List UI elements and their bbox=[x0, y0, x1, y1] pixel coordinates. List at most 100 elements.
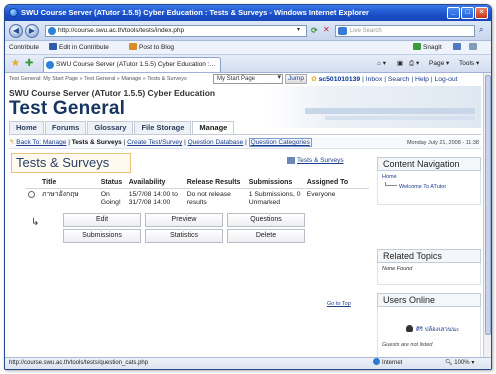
related-topics-header[interactable]: Related Topics bbox=[377, 249, 481, 263]
nav-welcome-link[interactable]: Welcome To ATutor bbox=[399, 184, 446, 190]
test-release-results: Do not release results bbox=[186, 191, 231, 206]
test-status: On Going! bbox=[100, 191, 121, 206]
snagit-window-icon[interactable] bbox=[453, 41, 463, 55]
separator: | bbox=[68, 139, 70, 146]
favorites-star-icon[interactable]: ★ bbox=[11, 58, 20, 69]
security-zone: Internet bbox=[373, 358, 402, 369]
address-dropdown-icon[interactable]: ▾ bbox=[297, 26, 306, 36]
user-nav-links[interactable]: | Inbox | Search | Help | Log-out bbox=[362, 76, 457, 83]
zoom-level[interactable]: 🔍︎ 100% ▾ bbox=[445, 358, 474, 369]
tab-page-icon bbox=[46, 61, 54, 69]
page-title: Tests & Surveys bbox=[11, 153, 131, 173]
preview-button[interactable]: Preview bbox=[145, 213, 223, 227]
globe-icon bbox=[373, 358, 380, 365]
refresh-icon[interactable]: ⟳ bbox=[311, 26, 318, 35]
col-assigned-to[interactable]: Assigned To bbox=[303, 177, 369, 189]
table-row[interactable]: ภาษาอังกฤษ On Going! 15/7/08 14:00 to 31… bbox=[25, 189, 369, 210]
stop-icon[interactable]: ✕ bbox=[323, 25, 330, 34]
close-button[interactable]: ✕ bbox=[475, 7, 488, 19]
col-availability[interactable]: Availability bbox=[125, 177, 184, 189]
tab-home[interactable]: Home bbox=[9, 121, 44, 134]
users-online-header[interactable]: Users Online bbox=[377, 293, 481, 307]
site-name: SWU Course Server (ATutor 1.5.5) Cyber E… bbox=[9, 88, 216, 98]
col-release-results[interactable]: Release Results bbox=[183, 177, 246, 189]
tab-file-storage[interactable]: File Storage bbox=[134, 121, 192, 134]
address-url: http://course.swu.ac.th/tools/tests/inde… bbox=[58, 27, 185, 34]
back-button[interactable]: ◀ bbox=[9, 24, 23, 38]
statistics-button[interactable]: Statistics bbox=[145, 229, 223, 243]
back-to-manage-link[interactable]: Back To: Manage bbox=[16, 139, 66, 146]
search-icon[interactable]: ⌕ bbox=[479, 25, 483, 35]
edit-in-contribute-button[interactable]: Edit in Contribute bbox=[49, 41, 109, 55]
table-header-row: Title Status Availability Release Result… bbox=[25, 177, 369, 189]
tab-glossary[interactable]: Glossary bbox=[87, 121, 134, 134]
feeds-icon[interactable]: ▣ bbox=[397, 58, 403, 70]
user-icon bbox=[406, 325, 413, 332]
test-radio[interactable] bbox=[28, 191, 35, 198]
blog-icon bbox=[129, 43, 137, 50]
course-title: Test General bbox=[9, 98, 126, 119]
tests-icon bbox=[287, 157, 295, 164]
print-icon[interactable]: ⎙ ▾ bbox=[409, 58, 419, 70]
username-link[interactable]: sc501010139 bbox=[319, 76, 361, 83]
question-categories-link[interactable]: Question Categories bbox=[248, 138, 312, 147]
tab-manage[interactable]: Manage bbox=[192, 121, 235, 134]
minimize-button[interactable]: _ bbox=[447, 7, 460, 19]
test-submissions: 1 Submissions, 0 Unmarked bbox=[248, 191, 301, 206]
tests-surveys-link[interactable]: Tests & Surveys bbox=[297, 157, 344, 164]
question-database-link[interactable]: Question Database bbox=[188, 139, 244, 146]
back-arrow-icon: ↰ bbox=[9, 139, 15, 146]
tab-active[interactable]: SWU Course Server (ATutor 1.5.5) Cyber E… bbox=[43, 57, 221, 72]
delete-button[interactable]: Delete bbox=[227, 229, 305, 243]
user-links: ✿ sc501010139 | Inbox | Search | Help | … bbox=[311, 75, 458, 83]
create-test-link[interactable]: Create Test/Survey bbox=[127, 139, 182, 146]
go-to-top-link[interactable]: Go to Top bbox=[327, 301, 351, 307]
window-titlebar[interactable]: SWU Course Server (ATutor 1.5.5) Cyber E… bbox=[5, 5, 491, 21]
main-nav: Home Forums Glossary File Storage Manage bbox=[9, 121, 235, 134]
search-placeholder: Live Search bbox=[350, 28, 382, 34]
snagit-icon bbox=[413, 43, 421, 50]
edit-button[interactable]: Edit bbox=[63, 213, 141, 227]
current-date: Monday July 21, 2008 - 11:38 bbox=[406, 140, 479, 146]
snagit-button[interactable]: SnagIt bbox=[413, 41, 442, 55]
page-menu[interactable]: Page ▾ bbox=[429, 58, 449, 70]
separator: | bbox=[245, 139, 247, 146]
snagit-options-icon[interactable] bbox=[469, 41, 479, 55]
forward-button[interactable]: ▶ bbox=[25, 24, 39, 38]
col-status[interactable]: Status bbox=[97, 177, 126, 189]
browser-window: SWU Course Server (ATutor 1.5.5) Cyber E… bbox=[4, 4, 492, 370]
test-action-buttons: Edit Preview Questions Submissions Stati… bbox=[63, 213, 305, 243]
tools-menu[interactable]: Tools ▾ bbox=[459, 58, 479, 70]
user-star-icon: ✿ bbox=[311, 76, 317, 83]
status-bar: http://course.swu.ac.th/tools/tests/ques… bbox=[5, 357, 491, 369]
col-title[interactable]: Title bbox=[39, 177, 98, 189]
online-user-link[interactable]: ศิริ ปล้องเสวนนะ bbox=[416, 327, 459, 333]
test-availability: 15/7/08 14:00 to 31/7/08 14:00 bbox=[128, 191, 178, 206]
home-icon[interactable]: ⌂ ▾ bbox=[377, 58, 386, 70]
nav-home-link[interactable]: Home bbox=[382, 174, 397, 180]
col-submissions[interactable]: Submissions bbox=[245, 177, 304, 189]
contribute-button[interactable]: Contribute bbox=[9, 41, 39, 55]
page-icon bbox=[48, 27, 56, 35]
tab-title: SWU Course Server (ATutor 1.5.5) Cyber E… bbox=[56, 61, 215, 68]
search-input[interactable]: Live Search bbox=[335, 25, 475, 37]
test-title: ภาษาอังกฤษ bbox=[42, 191, 79, 198]
status-url: http://course.swu.ac.th/tools/tests/ques… bbox=[9, 360, 149, 366]
links-toolbar: Contribute Edit in Contribute Post to Bl… bbox=[5, 41, 491, 55]
address-toolbar: ◀ ▶ http://course.swu.ac.th/tools/tests/… bbox=[5, 21, 491, 41]
jump-select[interactable]: My Start Page bbox=[213, 74, 283, 84]
vertical-scrollbar[interactable] bbox=[483, 73, 491, 359]
ie-logo-icon bbox=[9, 8, 18, 17]
related-topics-body: None Found bbox=[377, 263, 481, 285]
breadcrumb: Test General: My Start Page » Test Gener… bbox=[9, 76, 187, 82]
add-favorites-icon[interactable]: ✚ bbox=[25, 58, 33, 69]
live-search-icon bbox=[338, 27, 347, 35]
address-input[interactable]: http://course.swu.ac.th/tools/tests/inde… bbox=[45, 25, 307, 37]
post-to-blog-button[interactable]: Post to Blog bbox=[129, 41, 174, 55]
questions-button[interactable]: Questions bbox=[227, 213, 305, 227]
content-navigation-header[interactable]: Content Navigation bbox=[377, 157, 481, 171]
jump-button[interactable]: Jump bbox=[285, 74, 307, 84]
maximize-button[interactable]: □ bbox=[461, 7, 474, 19]
tab-forums[interactable]: Forums bbox=[44, 121, 87, 134]
submissions-button[interactable]: Submissions bbox=[63, 229, 141, 243]
